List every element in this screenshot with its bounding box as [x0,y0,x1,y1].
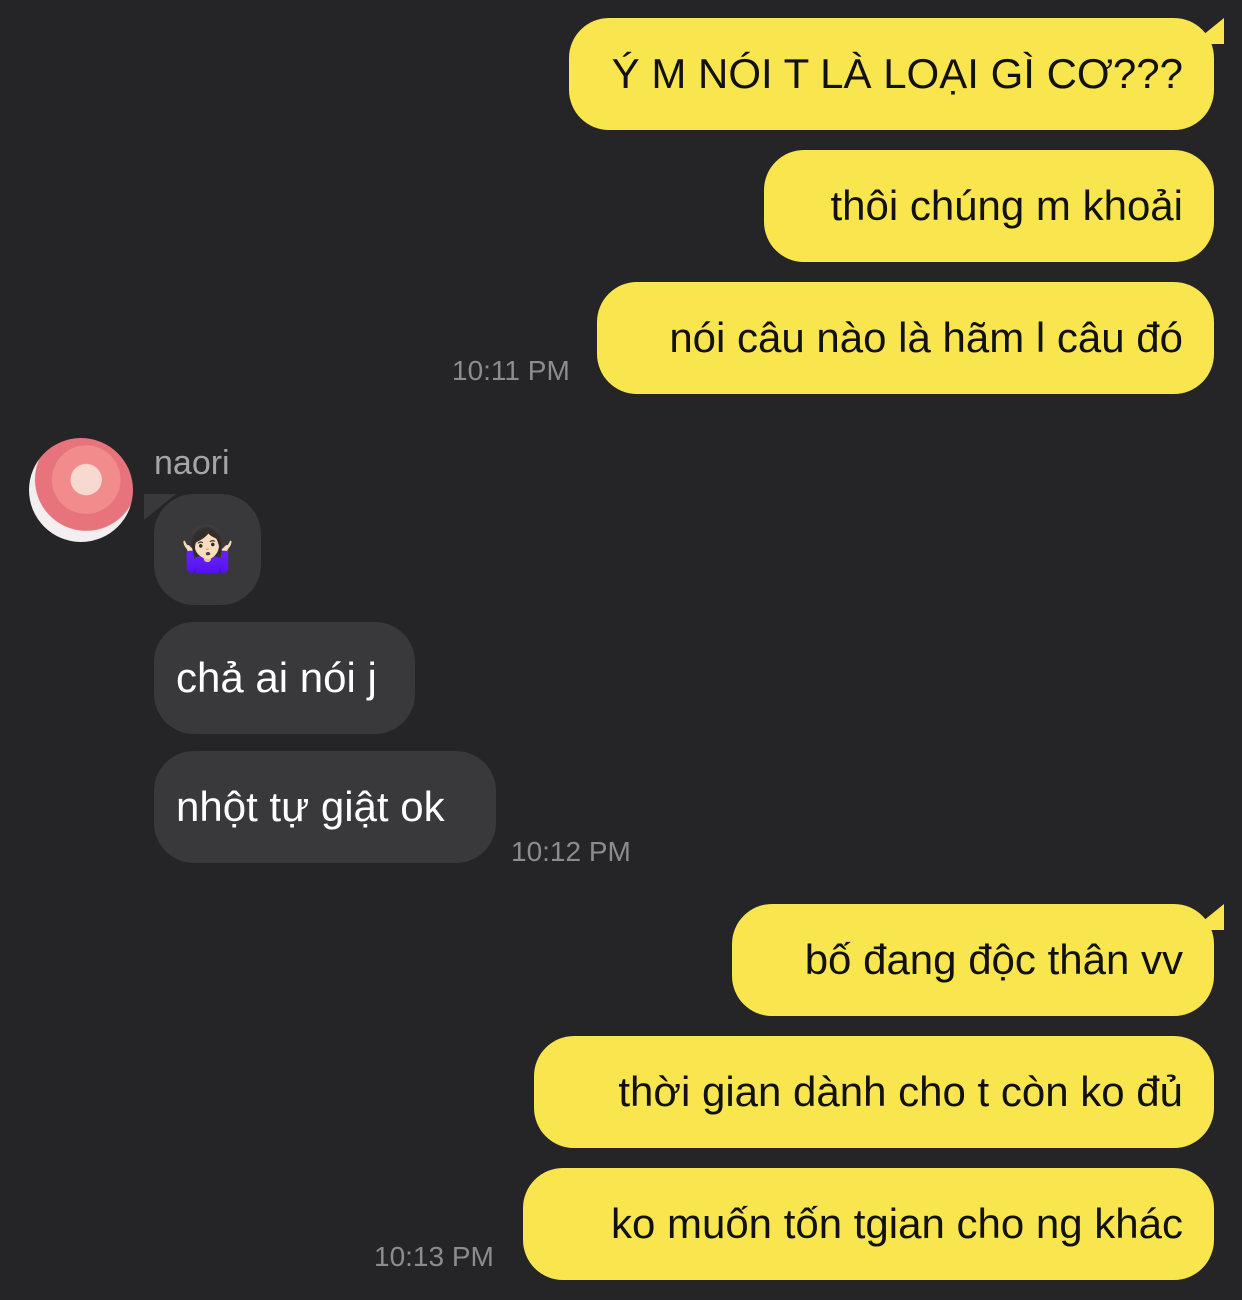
message-text: chả ai nói j [176,654,377,701]
message-bubble-incoming[interactable]: 🤷🏻‍♀️ [154,494,261,605]
message-text: nói câu nào là hãm l câu đó [669,314,1183,361]
message-bubble-incoming[interactable]: chả ai nói j [154,622,415,734]
message-bubble-outgoing[interactable]: thôi chúng m khoải [764,150,1214,262]
message-bubble-outgoing[interactable]: thời gian dành cho t còn ko đủ [534,1036,1214,1148]
timestamp: 10:12 PM [511,836,631,867]
message-text: bố đang độc thân vv [804,936,1183,983]
bubble-tail [1192,18,1224,44]
sender-avatar[interactable] [29,438,133,542]
message-text: ko muốn tốn tgian cho ng khác [610,1200,1183,1247]
message-text: nhột tự giật ok [176,783,445,830]
message-bubble-outgoing[interactable]: bố đang độc thân vv [732,904,1214,1016]
message-bubble-outgoing[interactable]: Ý M NÓI T LÀ LOẠI GÌ CƠ??? [569,18,1214,130]
message-text: thôi chúng m khoải [830,182,1183,229]
message-bubble-outgoing[interactable]: nói câu nào là hãm l câu đó [597,282,1214,394]
message-bubble-incoming[interactable]: nhột tự giật ok [154,751,496,863]
message-text: thời gian dành cho t còn ko đủ [618,1068,1183,1115]
message-emoji: 🤷🏻‍♀️ [180,524,235,574]
message-text: Ý M NÓI T LÀ LOẠI GÌ CƠ??? [611,50,1183,97]
timestamp: 10:13 PM [374,1241,494,1272]
sender-name: naori [154,444,230,482]
message-bubble-outgoing[interactable]: ko muốn tốn tgian cho ng khác [523,1168,1214,1280]
bubble-tail [1192,904,1224,930]
timestamp: 10:11 PM [452,355,570,386]
